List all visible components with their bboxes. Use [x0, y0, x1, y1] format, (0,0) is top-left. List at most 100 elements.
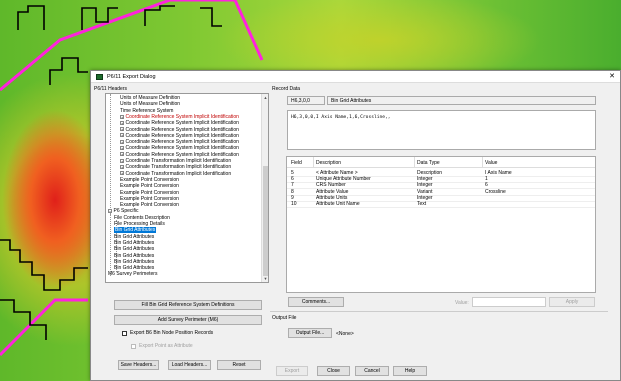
tree-item[interactable]: Bin Grid Attributes	[114, 240, 154, 246]
expand-icon[interactable]: +	[120, 171, 124, 176]
tree-item[interactable]: + Coordinate Reference System Implicit Id…	[120, 127, 239, 133]
tree-item[interactable]: Example Point Conversion	[120, 177, 179, 183]
tree-item-label: Example Point Conversion	[120, 202, 179, 209]
export-b6-checkbox[interactable]: Export B6 Bin Node Position Records	[122, 330, 213, 336]
apply-button[interactable]: Apply	[549, 297, 595, 307]
tree-item-label: Coordinate Transformation Implicit Ident…	[125, 164, 232, 171]
tree-item[interactable]: Bin Grid Attributes	[114, 246, 154, 252]
table-row[interactable]	[287, 207, 595, 208]
headers-tree[interactable]: Units of Measure Definition Units of Meas…	[105, 93, 269, 283]
column-header-value[interactable]: Value	[485, 160, 497, 166]
comments-button[interactable]: Comments...	[288, 297, 344, 307]
tree-item[interactable]: + Coordinate Reference System Implicit Id…	[120, 133, 239, 139]
tree-item[interactable]: Bin Grid Attributes	[114, 253, 154, 259]
fill-bin-grid-button[interactable]: Fill Bin Grid Reference System Definitio…	[114, 300, 262, 310]
expand-icon[interactable]: +	[120, 114, 124, 119]
column-header-data-type[interactable]: Data Type	[417, 160, 440, 166]
tree-item[interactable]: Bin Grid Attributes	[114, 265, 154, 271]
column-header-field[interactable]: Field	[291, 160, 302, 166]
tree-item[interactable]: − P6 Specific	[108, 208, 139, 214]
tree-item-label: Coordinate Reference System Implicit Ide…	[125, 113, 239, 120]
cell-field: 5	[291, 170, 294, 176]
header-divider	[287, 167, 595, 168]
record-fields-table[interactable]: Field Description Data Type Value 5 < Att…	[286, 156, 596, 293]
scroll-thumb[interactable]	[263, 166, 268, 276]
expand-icon[interactable]: +	[120, 139, 124, 144]
expand-icon[interactable]: +	[120, 127, 124, 132]
tree-item[interactable]: M6 Survey Perimeters	[108, 271, 157, 277]
tree-item-label: Bin Grid Attributes	[114, 252, 155, 259]
column-header-description[interactable]: Description	[316, 160, 341, 166]
save-headers-button[interactable]: Save Headers...	[118, 360, 159, 370]
collapse-icon[interactable]: −	[108, 209, 112, 214]
tree-item[interactable]: Units of Measure Definition	[120, 95, 180, 101]
tree-item[interactable]: + Coordinate Reference System Implicit Id…	[120, 120, 239, 126]
expand-icon[interactable]: +	[120, 164, 124, 169]
cell-field: 10	[291, 201, 297, 207]
tree-item[interactable]: File Contents Description	[114, 215, 170, 221]
help-button[interactable]: Help	[393, 366, 427, 376]
close-icon[interactable]: ✕	[609, 73, 615, 80]
load-headers-button[interactable]: Load Headers...	[168, 360, 211, 370]
tree-item-label: Example Point Conversion	[120, 183, 179, 190]
tree-item[interactable]: Bin Grid Attributes	[114, 259, 154, 265]
cell-value[interactable]: 1	[485, 176, 488, 182]
tree-item[interactable]: Example Point Conversion	[120, 190, 179, 196]
tree-item[interactable]: File Processing Details	[114, 221, 165, 227]
expand-icon[interactable]: +	[120, 133, 124, 138]
tree-item-label: Bin Grid Attributes	[114, 227, 157, 234]
output-file-value: <None>	[336, 331, 354, 337]
headers-group-label: P6/11 Headers	[94, 86, 127, 92]
tree-item-label: Coordinate Reference System Implicit Ide…	[125, 151, 239, 158]
cancel-button[interactable]: Cancel	[355, 366, 389, 376]
cell-field: 7	[291, 182, 294, 189]
expand-icon[interactable]: +	[120, 152, 124, 157]
expand-icon[interactable]: +	[120, 146, 124, 151]
export-button[interactable]: Export	[276, 366, 308, 376]
tree-item[interactable]: + Coordinate Transformation Implicit Iden…	[120, 158, 231, 164]
value-input[interactable]	[472, 297, 546, 307]
cell-description: CRS Number	[316, 182, 346, 189]
cell-data-type: Description	[417, 170, 443, 176]
record-code-field: H6,3,0,0	[287, 96, 325, 105]
export-point-checkbox[interactable]: Export Point as Attribute	[131, 343, 193, 349]
close-button[interactable]: Close	[317, 366, 350, 376]
expand-icon[interactable]: +	[120, 120, 124, 125]
tree-item-label: M6 Survey Perimeters	[108, 271, 158, 278]
tree-item[interactable]: + Coordinate Reference System Implicit Id…	[120, 145, 239, 151]
tree-item-label: Example Point Conversion	[120, 176, 179, 183]
output-file-button[interactable]: Output File...	[288, 328, 332, 338]
add-survey-perimeter-button[interactable]: Add Survey Perimeter (M6)	[114, 315, 262, 325]
tree-item-label: Bin Grid Attributes	[114, 233, 155, 240]
tree-item-label: Example Point Conversion	[120, 189, 179, 196]
tree-item[interactable]: + Coordinate Transformation Implicit Iden…	[120, 164, 231, 170]
tree-scrollbar[interactable]: ▲ ▼	[261, 94, 268, 282]
tree-item-label: File Processing Details	[114, 221, 165, 227]
expand-icon[interactable]: +	[120, 158, 124, 163]
tree-item[interactable]: + Coordinate Reference System Implicit Id…	[120, 114, 239, 120]
tree-item-label: Coordinate Reference System Implicit Ide…	[125, 120, 239, 127]
tree-item[interactable]: + Coordinate Transformation Implicit Iden…	[120, 171, 231, 177]
export-b6-label: Export B6 Bin Node Position Records	[130, 330, 214, 336]
tree-item[interactable]: Example Point Conversion	[120, 196, 179, 202]
cell-value[interactable]: I Axis Name	[485, 170, 512, 176]
tree-item[interactable]: Bin Grid Attributes	[114, 227, 157, 234]
tree-item[interactable]: Bin Grid Attributes	[114, 234, 154, 240]
cell-value[interactable]: 6	[485, 182, 488, 188]
cell-field: 8	[291, 188, 294, 195]
tree-item[interactable]: Example Point Conversion	[120, 183, 179, 189]
scroll-up-icon[interactable]: ▲	[263, 95, 268, 100]
scroll-down-icon[interactable]: ▼	[263, 276, 268, 281]
tree-item[interactable]: + Coordinate Reference System Implicit Id…	[120, 139, 239, 145]
tree-item[interactable]: Time Reference System	[120, 108, 173, 114]
tree-item[interactable]: Units of Measure Definition	[120, 101, 180, 107]
cell-data-type: Integer	[417, 194, 433, 201]
reset-button[interactable]: Reset	[217, 360, 261, 370]
tree-item[interactable]: + Coordinate Reference System Implicit Id…	[120, 152, 239, 158]
cell-value[interactable]: Crossline	[485, 189, 506, 195]
checkbox-box[interactable]	[131, 343, 136, 349]
record-text-area[interactable]: H6,3,0,0,I Axis Name,1,6,Crossline,,	[287, 110, 596, 150]
tree-item[interactable]: Example Point Conversion	[120, 202, 179, 208]
checkbox-box[interactable]	[122, 330, 127, 336]
tree-item-label: Bin Grid Attributes	[114, 239, 155, 246]
